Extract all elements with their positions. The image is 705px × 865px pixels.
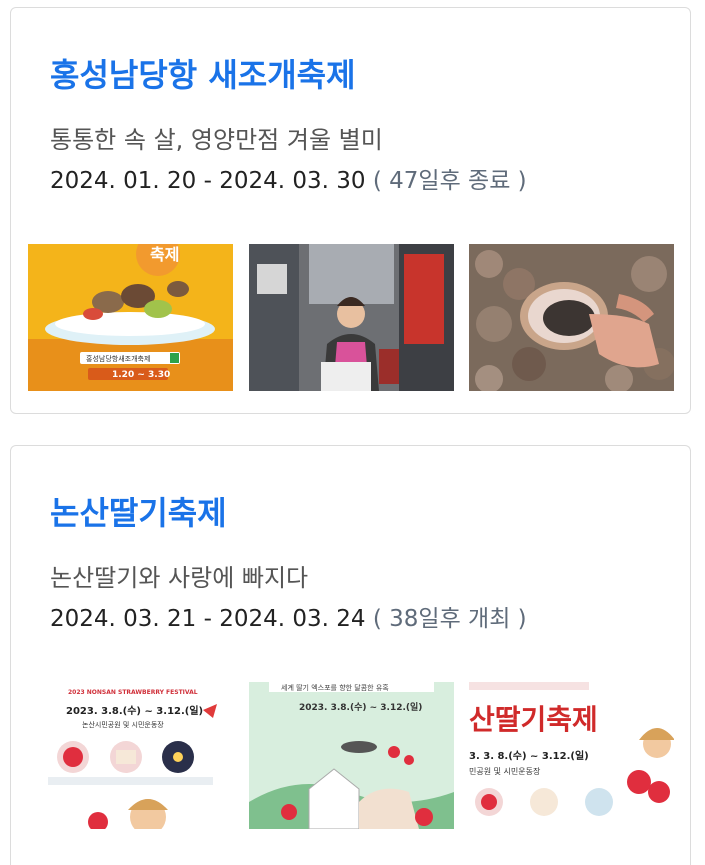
poster-venue: 민공원 및 시민운동장 [469, 766, 541, 776]
festival-image-strip: 축제 홍성남당항새조개축제 1.20 ~ 3.30 [28, 244, 675, 392]
poster-dates: 1.20 ~ 3.30 [112, 370, 170, 380]
strawberry-poster-image[interactable]: 2023 NONSAN STRAWBERRY FESTIVAL 2023. 3.… [28, 682, 233, 829]
festival-card-nonsan[interactable]: 논산딸기축제 논산딸기와 사랑에 빠지다 2024. 03. 21 - 2024… [10, 445, 691, 865]
poster-dates: 2023. 3.8.(수) ~ 3.12.(일) [299, 701, 422, 713]
festival-image-strip: 2023 NONSAN STRAWBERRY FESTIVAL 2023. 3.… [28, 682, 675, 830]
festival-subtitle: 논산딸기와 사랑에 빠지다 [50, 564, 309, 592]
festival-title[interactable]: 논산딸기축제 [50, 488, 227, 534]
poster-venue: 논산시민공원 및 시민운동장 [82, 720, 164, 729]
poster-title: 축제 [150, 245, 179, 264]
poster-banner: 세계 딸기 엑스포를 향한 달콤한 유혹 [281, 683, 389, 692]
strawberry-festival-poster-image[interactable]: 산딸기축제 3. 3. 8.(수) ~ 3.12.(일) 민공원 및 시민운동장 [469, 682, 674, 829]
festival-date-range: 2024. 01. 20 - 2024. 03. 30 [50, 168, 366, 194]
festival-title[interactable]: 홍성남당항 새조개축제 [50, 50, 356, 96]
poster-caption: 홍성남당항새조개축제 [86, 354, 150, 363]
strawberry-expo-poster-image[interactable]: 세계 딸기 엑스포를 향한 달콤한 유혹 2023. 3.8.(수) ~ 3.1… [249, 682, 454, 829]
festival-poster-image[interactable]: 축제 홍성남당항새조개축제 1.20 ~ 3.30 [28, 244, 233, 391]
festival-date-row: 2024. 01. 20 - 2024. 03. 30 ( 47일후 종료 ) [50, 161, 527, 195]
festival-date-range: 2024. 03. 21 - 2024. 03. 24 [50, 606, 366, 632]
festival-card-hongseong[interactable]: 홍성남당항 새조개축제 통통한 속 살, 영양만점 겨울 별미 2024. 01… [10, 7, 691, 414]
poster-headline: 산딸기축제 [469, 703, 598, 736]
festival-status: ( 38일후 개최 ) [372, 606, 527, 632]
poster-dates: 2023. 3.8.(수) ~ 3.12.(일) [66, 704, 203, 717]
festival-status: ( 47일후 종료 ) [372, 168, 527, 194]
poster-banner: 2023 NONSAN STRAWBERRY FESTIVAL [68, 689, 198, 696]
vendor-photo-image[interactable] [249, 244, 454, 391]
festival-date-row: 2024. 03. 21 - 2024. 03. 24 ( 38일후 개최 ) [50, 599, 527, 633]
poster-dates: 3. 3. 8.(수) ~ 3.12.(일) [469, 749, 589, 762]
festival-subtitle: 통통한 속 살, 영양만점 겨울 별미 [50, 126, 383, 154]
shellfish-photo-image[interactable] [469, 244, 674, 391]
